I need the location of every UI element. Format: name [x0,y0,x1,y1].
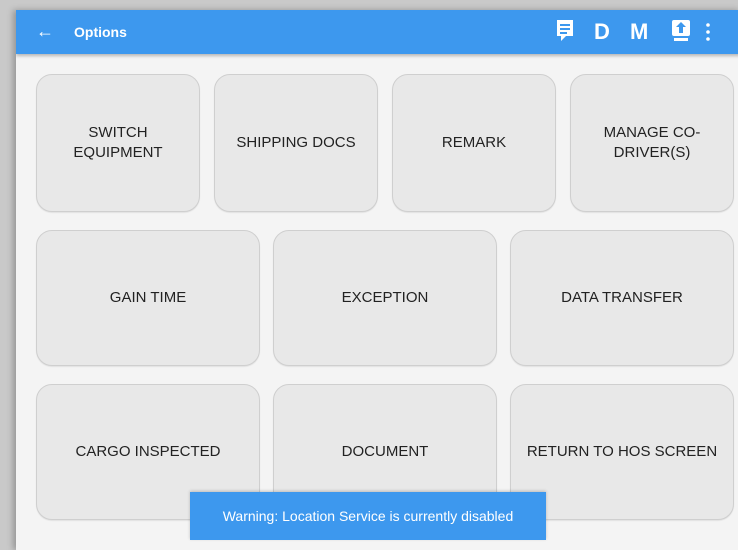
message-icon[interactable] [554,18,576,49]
toast-message: Warning: Location Service is currently d… [222,508,514,524]
page-title: Options [74,24,127,40]
manage-co-drivers-button[interactable]: MANAGE CO-DRIVER(S) [570,74,734,212]
location-warning-toast: Warning: Location Service is currently d… [190,492,546,540]
driver-status-d-button[interactable]: D [594,19,610,45]
data-transfer-button[interactable]: DATA TRANSFER [510,230,734,366]
shipping-docs-button[interactable]: SHIPPING DOCS [214,74,378,212]
app-window: ← Options D M SWITCH EQUIPMENT SHIPPING … [16,10,738,550]
switch-equipment-button[interactable]: SWITCH EQUIPMENT [36,74,200,212]
upload-icon[interactable] [670,18,692,49]
gain-time-button[interactable]: GAIN TIME [36,230,260,366]
more-vert-icon[interactable] [704,22,712,47]
arrow-left-icon[interactable]: ← [36,19,54,43]
top-app-bar: ← Options D M [16,10,738,54]
remark-button[interactable]: REMARK [392,74,556,212]
mode-m-button[interactable]: M [630,19,648,45]
exception-button[interactable]: EXCEPTION [273,230,497,366]
